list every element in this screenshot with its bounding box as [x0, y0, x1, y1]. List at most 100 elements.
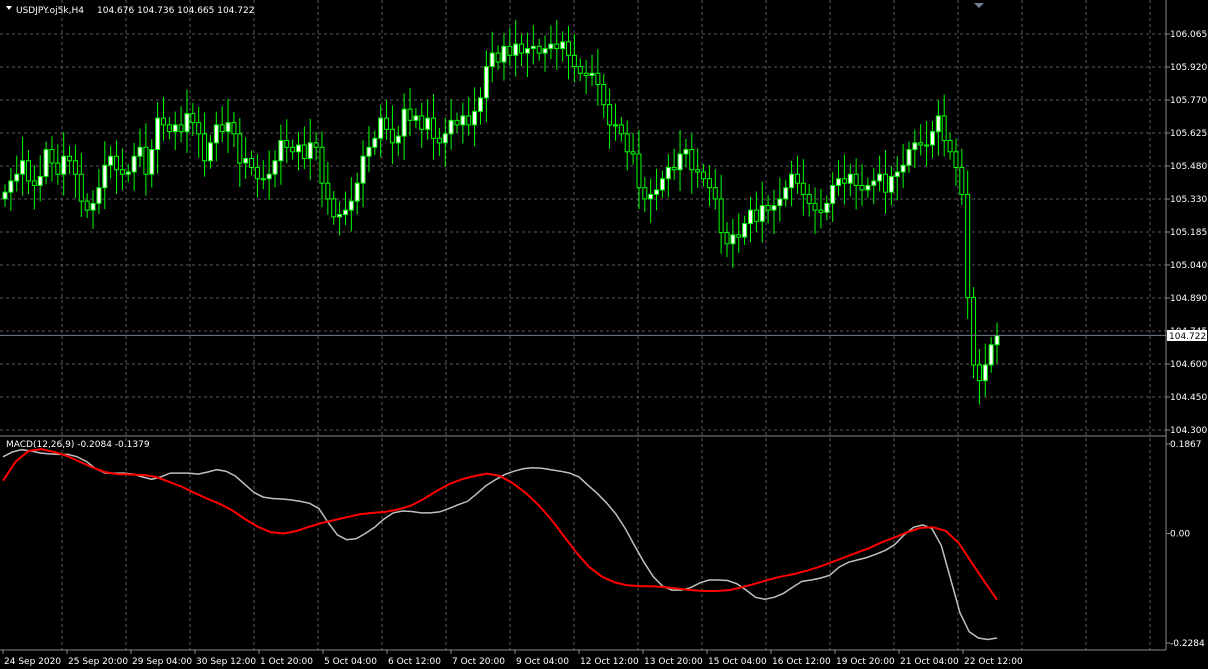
candle-body — [20, 160, 26, 175]
candle-body — [507, 45, 513, 56]
candle-body — [307, 142, 313, 160]
candle-body — [114, 155, 120, 171]
candle-body — [695, 169, 701, 173]
time-tick-label: 24 Sep 2020 — [4, 657, 61, 667]
macd-tick-label: 0.1867 — [1170, 440, 1202, 450]
macd-label: MACD(12,26,9) -0.2084 -0.1379 — [6, 440, 150, 450]
candle-body — [313, 142, 319, 148]
time-tick-label: 1 Oct 20:00 — [260, 657, 313, 667]
candle-body — [566, 41, 572, 56]
candle-body — [677, 153, 683, 171]
candle-body — [789, 173, 795, 189]
candle-body — [278, 140, 284, 162]
candle-body — [395, 135, 401, 144]
candle-body — [225, 122, 231, 133]
candle-body — [771, 205, 777, 211]
candle-body — [237, 133, 243, 164]
candle-body — [648, 193, 654, 200]
candle-body — [96, 187, 102, 204]
candle-body — [918, 142, 924, 146]
candle-body — [753, 209, 759, 222]
candle-body — [337, 214, 343, 218]
candle-body — [301, 144, 307, 160]
candle-body — [196, 122, 202, 135]
candle-body — [971, 297, 977, 366]
candle-body — [436, 137, 442, 144]
candle-body — [612, 124, 618, 127]
candle-body — [665, 166, 671, 180]
price-tick-label: 106.065 — [1170, 30, 1207, 40]
candle-body — [524, 48, 530, 54]
price-tick-label: 104.300 — [1170, 426, 1207, 436]
candle-body — [659, 178, 665, 191]
candle-body — [207, 142, 213, 162]
candle-body — [941, 115, 947, 142]
candle-body — [701, 171, 707, 180]
candle-body — [442, 133, 448, 144]
time-tick-label: 9 Oct 04:00 — [516, 657, 569, 667]
candle-body — [976, 364, 982, 382]
candle-body — [783, 187, 789, 200]
candle-body — [366, 146, 372, 157]
time-tick-label: 7 Oct 20:00 — [452, 657, 505, 667]
candle-body — [865, 184, 871, 191]
price-tick-label: 105.330 — [1170, 195, 1207, 205]
candle-body — [84, 200, 90, 211]
candle-body — [213, 124, 219, 144]
candle-body — [800, 182, 806, 195]
candle-body — [72, 160, 78, 175]
candle-body — [953, 151, 959, 168]
candle-body — [900, 164, 906, 173]
candle-body — [830, 184, 836, 204]
candle-body — [736, 234, 742, 238]
candle-body — [354, 182, 360, 202]
macd-tick-label: 0.00 — [1170, 530, 1190, 540]
candle-body — [618, 124, 624, 135]
candle-body — [137, 146, 143, 157]
candle-body — [912, 142, 918, 151]
time-tick-label: 15 Oct 04:00 — [708, 657, 767, 667]
candle-body — [765, 205, 771, 211]
candle-body — [812, 202, 818, 211]
price-tick-label: 105.480 — [1170, 162, 1207, 172]
candle-body — [806, 193, 812, 204]
candle-body — [178, 124, 184, 133]
candle-body — [577, 66, 583, 74]
time-tick-label: 6 Oct 12:00 — [388, 657, 441, 667]
candle-body — [730, 234, 736, 245]
price-tick-label: 105.185 — [1170, 228, 1207, 238]
candle-body — [742, 223, 748, 238]
candle-body — [202, 133, 208, 162]
candle-body — [853, 173, 859, 186]
candle-body — [172, 124, 178, 133]
candle-body — [125, 171, 131, 175]
candle-body — [413, 115, 419, 121]
candle-body — [331, 198, 337, 218]
time-tick-label: 29 Sep 04:00 — [132, 657, 192, 667]
candle-body — [266, 173, 272, 180]
candle-body — [988, 344, 994, 366]
candle-body — [671, 166, 677, 171]
chart-ohlc: 104.676 104.736 104.665 104.722 — [97, 6, 254, 16]
candle-body — [530, 45, 536, 50]
candle-body — [607, 104, 613, 126]
candle-body — [583, 72, 589, 77]
candle-body — [249, 158, 255, 168]
candle-body — [888, 175, 894, 193]
price-tick-label: 104.450 — [1170, 393, 1207, 403]
chart-window[interactable]: 106.065 105.920 105.770 105.625 105.480 105.3… — [0, 0, 1208, 669]
candle-body — [102, 164, 108, 189]
price-tick-label: 105.625 — [1170, 129, 1207, 139]
candle-body — [747, 209, 753, 225]
candle-body — [149, 149, 155, 175]
candle-body — [37, 175, 43, 186]
candle-body — [184, 113, 190, 133]
candle-body — [119, 169, 125, 175]
candle-body — [143, 146, 149, 175]
candle-body — [501, 45, 507, 63]
candle-body — [877, 173, 883, 182]
price-tick-label: 105.770 — [1170, 96, 1207, 106]
time-tick-label: 21 Oct 04:00 — [900, 657, 959, 667]
candle-body — [513, 43, 519, 56]
candle-body — [794, 173, 800, 184]
